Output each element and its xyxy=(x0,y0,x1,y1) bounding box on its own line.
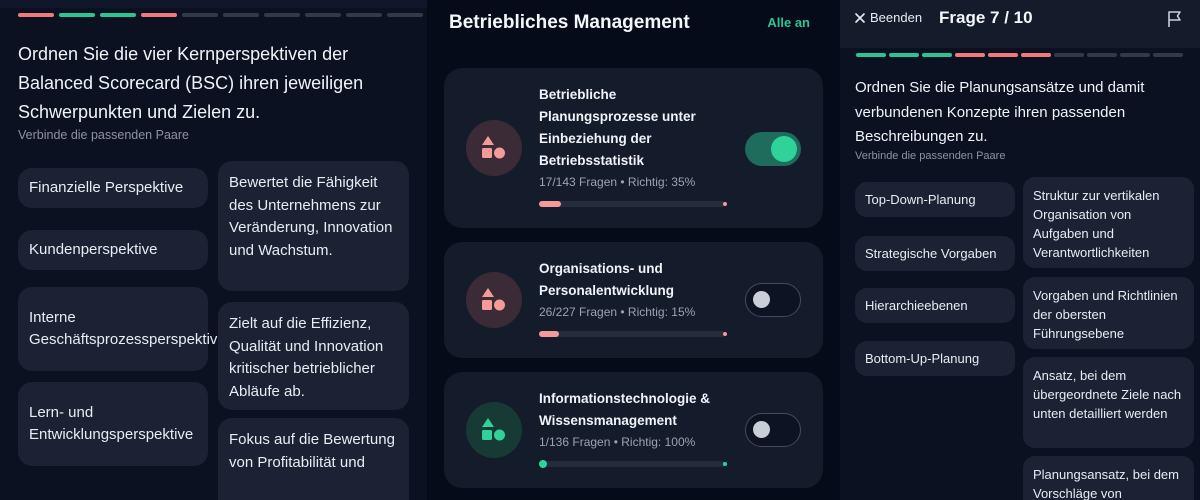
term-chip[interactable]: Hierarchieebenen xyxy=(855,288,1015,323)
topic-progress-bar xyxy=(539,460,727,468)
description-chip[interactable]: Bewertet die Fähigkeit des Unternehmens … xyxy=(218,161,409,291)
progress-segment xyxy=(1021,53,1051,57)
term-chip[interactable]: Strategische Vorgaben xyxy=(855,236,1015,271)
shapes-icon xyxy=(482,288,505,311)
progress-segment xyxy=(182,13,218,17)
question-counter: Frage 7 / 10 xyxy=(939,8,1033,27)
top-bar xyxy=(0,0,427,8)
progress-segment xyxy=(305,13,341,17)
planning-quiz-panel: Beenden Frage 7 / 10 Ordnen Sie die Plan… xyxy=(840,0,1200,500)
term-chip[interactable]: Top-Down-Planung xyxy=(855,182,1015,217)
report-flag-button[interactable] xyxy=(1166,10,1184,33)
progress-segment xyxy=(955,53,985,57)
description-label: Fokus auf die Bewertung von Profitabilit… xyxy=(229,431,395,471)
section-title: Betriebliches Management xyxy=(449,12,690,33)
instruction-hint: Verbinde die passenden Paare xyxy=(855,150,1006,162)
description-chip[interactable]: Ansatz, bei dem übergeordnete Ziele nach… xyxy=(1023,357,1194,448)
progress-segment xyxy=(387,13,423,17)
progress-end-dot xyxy=(723,462,727,466)
term-label: Bottom-Up-Planung xyxy=(865,351,980,366)
instruction-hint: Verbinde die passenden Paare xyxy=(18,128,189,142)
progress-segment xyxy=(856,53,886,57)
progress-segment xyxy=(141,13,177,17)
topic-card[interactable]: Organisations- und Personalentwicklung 2… xyxy=(444,242,823,358)
topic-toggle[interactable] xyxy=(745,283,801,317)
topic-progress-bar xyxy=(539,331,727,337)
topic-title: Betriebliche Planungsprozesse unter Einb… xyxy=(539,87,696,168)
quiz-progress xyxy=(856,53,1183,57)
progress-segment xyxy=(1120,53,1150,57)
description-label: Planungsansatz, bei dem Vorschläge von xyxy=(1033,467,1179,500)
topic-stats: 1/136 Fragen • Richtig: 100% xyxy=(539,435,696,449)
quiz-progress xyxy=(18,13,423,17)
description-chip[interactable]: Fokus auf die Bewertung von Profitabilit… xyxy=(218,418,409,500)
progress-fill xyxy=(539,460,547,468)
progress-end-dot xyxy=(723,202,727,206)
term-chip[interactable]: Kundenperspektive xyxy=(18,230,208,270)
term-label: Hierarchieebenen xyxy=(865,298,968,313)
term-label: Strategische Vorgaben xyxy=(865,246,997,261)
description-chip[interactable]: Vorgaben und Richtlinien der obersten Fü… xyxy=(1023,277,1194,349)
topic-card[interactable]: Informationstechnologie & Wissensmanagem… xyxy=(444,372,823,488)
progress-segment xyxy=(346,13,382,17)
progress-fill xyxy=(539,331,560,337)
progress-segment xyxy=(1054,53,1084,57)
description-chip[interactable]: Zielt auf die Effizienz, Qualität und In… xyxy=(218,302,409,410)
topic-title: Informationstechnologie & Wissensmanagem… xyxy=(539,391,711,428)
description-label: Vorgaben und Richtlinien der obersten Fü… xyxy=(1033,288,1178,341)
enable-all-link[interactable]: Alle an xyxy=(767,15,810,30)
term-label: Lern- und Entwicklungsperspektive xyxy=(29,403,194,444)
flag-icon xyxy=(1168,11,1181,27)
progress-segment xyxy=(223,13,259,17)
term-chip[interactable]: Finanzielle Perspektive xyxy=(18,168,208,208)
question-text: Ordnen Sie die vier Kernperspektiven der… xyxy=(18,44,364,122)
topic-title: Organisations- und Personalentwicklung xyxy=(539,261,675,298)
bsc-quiz-panel: Ordnen Sie die vier Kernperspektiven der… xyxy=(0,0,427,500)
progress-segment xyxy=(1153,53,1183,57)
term-label: Top-Down-Planung xyxy=(865,192,976,207)
description-label: Bewertet die Fähigkeit des Unternehmens … xyxy=(229,174,393,259)
shapes-icon xyxy=(482,418,505,441)
term-label: Interne Geschäftsprozessperspektive xyxy=(29,308,226,349)
progress-segment xyxy=(100,13,136,17)
toggle-knob xyxy=(753,421,770,438)
shapes-icon xyxy=(482,136,505,159)
topic-card[interactable]: Betriebliche Planungsprozesse unter Einb… xyxy=(444,68,823,228)
term-chip[interactable]: Interne Geschäftsprozessperspektive xyxy=(18,287,226,371)
term-chip[interactable]: Lern- und Entwicklungsperspektive xyxy=(18,382,208,466)
description-label: Ansatz, bei dem übergeordnete Ziele nach… xyxy=(1033,368,1182,421)
quit-label: Beenden xyxy=(870,10,923,25)
quiz-header: Beenden Frage 7 / 10 xyxy=(840,0,1200,48)
progress-segment xyxy=(1087,53,1117,57)
progress-segment xyxy=(264,13,300,17)
description-label: Zielt auf die Effizienz, Qualität und In… xyxy=(229,315,384,400)
description-chip[interactable]: Planungsansatz, bei dem Vorschläge von xyxy=(1023,456,1194,500)
close-icon xyxy=(855,12,865,23)
topic-avatar xyxy=(466,120,522,176)
progress-segment xyxy=(922,53,952,57)
question-text: Ordnen Sie die Planungsansätze und damit… xyxy=(855,79,1145,145)
topic-stats: 26/227 Fragen • Richtig: 15% xyxy=(539,305,696,319)
progress-segment xyxy=(988,53,1018,57)
topic-toggle[interactable] xyxy=(745,132,801,166)
progress-segment xyxy=(18,13,54,17)
topic-stats: 17/143 Fragen • Richtig: 35% xyxy=(539,175,696,189)
topic-avatar xyxy=(466,272,522,328)
topic-avatar xyxy=(466,402,522,458)
toggle-knob xyxy=(753,291,770,308)
term-label: Kundenperspektive xyxy=(29,240,158,258)
term-chip[interactable]: Bottom-Up-Planung xyxy=(855,341,1015,376)
topic-toggle[interactable] xyxy=(745,413,801,447)
topic-progress-bar xyxy=(539,201,727,207)
toggle-knob xyxy=(771,136,797,162)
description-chip[interactable]: Struktur zur vertikalen Organisation von… xyxy=(1023,177,1194,268)
description-label: Struktur zur vertikalen Organisation von… xyxy=(1033,188,1160,260)
topic-selection-panel: Betriebliches Management Alle an Betrieb… xyxy=(427,0,840,500)
progress-fill xyxy=(539,201,562,207)
quit-button[interactable]: Beenden xyxy=(854,10,922,25)
term-label: Finanzielle Perspektive xyxy=(29,178,184,196)
progress-segment xyxy=(59,13,95,17)
progress-end-dot xyxy=(723,332,727,336)
progress-segment xyxy=(889,53,919,57)
